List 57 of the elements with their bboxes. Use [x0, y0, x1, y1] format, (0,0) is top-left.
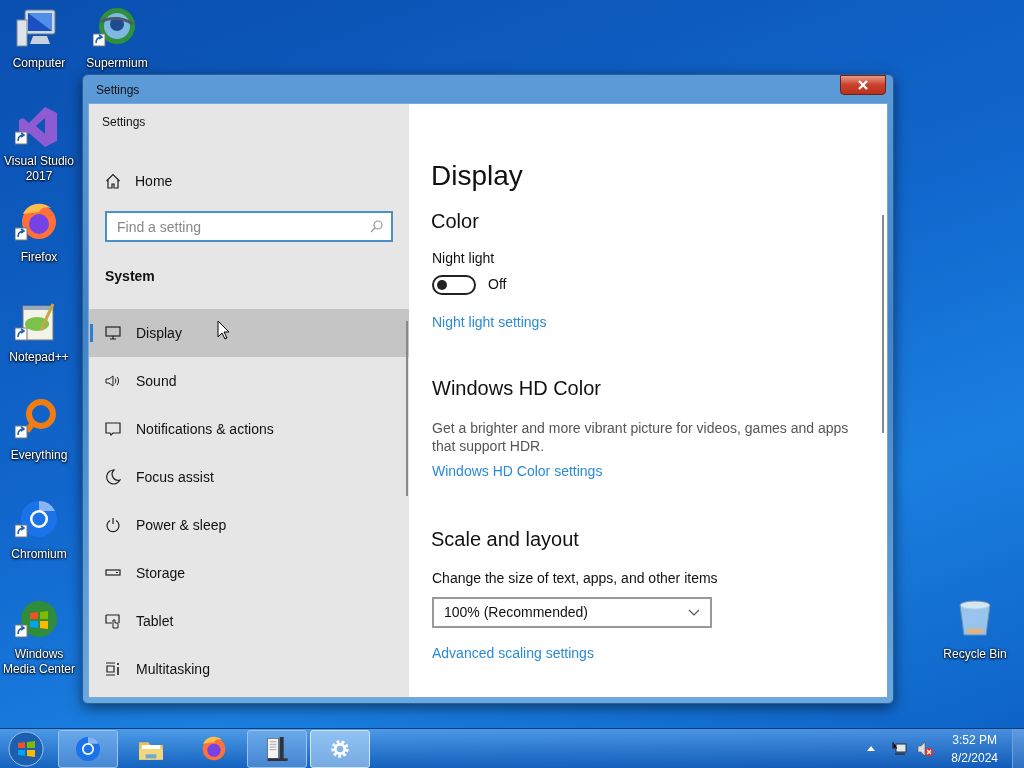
- nav-item[interactable]: Storage: [89, 549, 409, 597]
- section-heading: Windows HD Color: [432, 376, 602, 401]
- nav-item[interactable]: Power & sleep: [89, 501, 409, 549]
- show-hidden-icons-icon[interactable]: [867, 746, 876, 751]
- home-icon: [105, 173, 121, 189]
- icon-label[interactable]: Supermium: [86, 56, 148, 71]
- power-icon: [105, 517, 121, 533]
- icon-label[interactable]: Windows Media Center: [0, 647, 78, 677]
- scale-dropdown[interactable]: 100% (Recommended): [432, 597, 712, 628]
- group-heading: System: [105, 267, 156, 286]
- home-item[interactable]: Home: [105, 169, 409, 193]
- muted-speaker-icon[interactable]: [917, 740, 934, 757]
- setting-label: Change the size of text, apps, and other items: [432, 569, 719, 588]
- nav-item[interactable]: Display: [89, 309, 409, 357]
- setting-label: Night light: [432, 249, 496, 268]
- speaker-icon: [105, 373, 121, 389]
- chevron-down-icon: [688, 609, 700, 616]
- nav-item[interactable]: Focus assist: [89, 453, 409, 501]
- icon-label[interactable]: Everything: [10, 448, 68, 463]
- icon-label[interactable]: Recycle Bin: [943, 647, 1007, 662]
- nav-item[interactable]: Sound: [89, 357, 409, 405]
- window-title: Settings: [96, 82, 140, 99]
- link[interactable]: Advanced scaling settings: [432, 643, 594, 664]
- nav-item[interactable]: Notifications & actions: [89, 405, 409, 453]
- icon-label[interactable]: Chromium: [11, 547, 67, 562]
- cursor-icon: [217, 320, 230, 340]
- clock-date[interactable]: 8/2/2024: [951, 748, 998, 767]
- toggle-state: Off: [488, 275, 507, 294]
- app-title: Settings: [102, 114, 147, 131]
- windows-logo-icon: [8, 730, 44, 767]
- moon-icon: [105, 469, 121, 485]
- section-heading: Color: [431, 209, 480, 234]
- nav-item[interactable]: Multitasking: [89, 645, 409, 693]
- speech-bubble-icon: [105, 421, 121, 437]
- link[interactable]: Night light settings: [432, 312, 547, 333]
- start-button[interactable]: [6, 730, 46, 767]
- show-desktop-button[interactable]: [1012, 728, 1024, 768]
- search-field[interactable]: Find a setting: [105, 211, 393, 242]
- icon-label[interactable]: Notepad++: [9, 350, 69, 365]
- search-icon: [370, 220, 383, 233]
- close-button[interactable]: [840, 75, 886, 95]
- link[interactable]: Windows HD Color settings: [432, 461, 603, 482]
- tablet-icon: [105, 613, 121, 629]
- section-heading: Scale and layout: [431, 527, 580, 552]
- taskbar-button[interactable]: [247, 729, 307, 768]
- page-title: Display: [431, 159, 524, 193]
- night-light-toggle[interactable]: [432, 274, 476, 295]
- description-text: Get a brighter and more vibrant picture for videos, games and apps that support HDR.: [432, 419, 850, 455]
- clock-time[interactable]: 3:52 PM: [952, 730, 997, 749]
- nav-item[interactable]: Tablet: [89, 597, 409, 645]
- monitor-icon: [105, 325, 121, 341]
- icon-label[interactable]: Computer: [12, 56, 66, 71]
- close-icon: [857, 80, 869, 90]
- icon-label[interactable]: Visual Studio 2017: [0, 154, 78, 184]
- network-icon[interactable]: [891, 740, 908, 757]
- windows-stack-icon: [105, 661, 121, 677]
- icon-label[interactable]: Firefox: [20, 250, 58, 265]
